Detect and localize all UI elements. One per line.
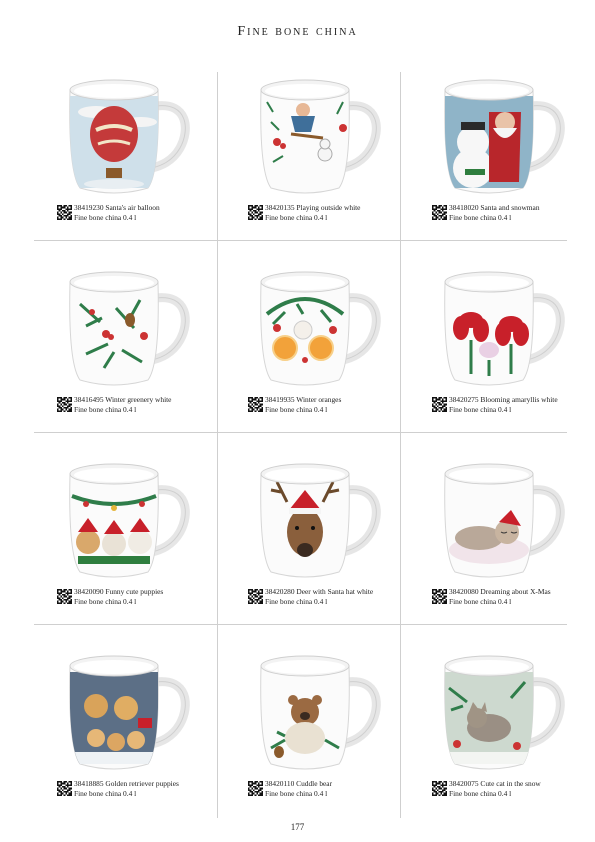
product-code-name: 38420075 Cute cat in the snow bbox=[449, 779, 541, 788]
product-text: 38419935 Winter oranges Fine bone china … bbox=[265, 395, 341, 415]
product-text: 38419230 Santa's air balloon Fine bone c… bbox=[74, 203, 160, 223]
product-text: 38420080 Dreaming about X-Mas Fine bone … bbox=[449, 587, 551, 607]
product-material: Fine bone china 0.4 l bbox=[74, 789, 137, 798]
product-material: Fine bone china 0.4 l bbox=[265, 213, 328, 222]
grid-divider bbox=[400, 72, 401, 818]
product-text: 38420280 Deer with Santa hat white Fine … bbox=[265, 587, 373, 607]
product-card: 38418020 Santa and snowman Fine bone chi… bbox=[409, 68, 581, 254]
product-caption: 38418885 Golden retriever puppies Fine b… bbox=[57, 779, 207, 801]
product-text: 38420275 Blooming amaryllis white Fine b… bbox=[449, 395, 558, 415]
product-material: Fine bone china 0.4 l bbox=[449, 213, 512, 222]
product-card: 38419230 Santa's air balloon Fine bone c… bbox=[34, 68, 206, 254]
product-card: 38416495 Winter greenery white Fine bone… bbox=[34, 260, 206, 446]
qr-code-icon bbox=[57, 781, 72, 796]
product-caption: 38420090 Funny cute puppies Fine bone ch… bbox=[57, 587, 207, 609]
product-material: Fine bone china 0.4 l bbox=[265, 597, 328, 606]
product-code-name: 38420110 Cuddle bear bbox=[265, 779, 333, 788]
product-grid: 38419230 Santa's air balloon Fine bone c… bbox=[34, 72, 567, 818]
product-code-name: 38420275 Blooming amaryllis white bbox=[449, 395, 558, 404]
mug-image-snowcat bbox=[444, 655, 565, 770]
product-card: 38420280 Deer with Santa hat white Fine … bbox=[225, 452, 397, 638]
product-text: 38418885 Golden retriever puppies Fine b… bbox=[74, 779, 179, 799]
product-card: 38420275 Blooming amaryllis white Fine b… bbox=[409, 260, 581, 446]
product-material: Fine bone china 0.4 l bbox=[74, 405, 137, 414]
product-caption: 38419230 Santa's air balloon Fine bone c… bbox=[57, 203, 207, 225]
product-caption: 38418020 Santa and snowman Fine bone chi… bbox=[432, 203, 582, 225]
product-text: 38416495 Winter greenery white Fine bone… bbox=[74, 395, 171, 415]
product-code-name: 38420280 Deer with Santa hat white bbox=[265, 587, 374, 596]
mug-image-greenery bbox=[69, 271, 190, 386]
product-code-name: 38418885 Golden retriever puppies bbox=[74, 779, 179, 788]
product-text: 38420135 Playing outside white Fine bone… bbox=[265, 203, 360, 223]
product-material: Fine bone china 0.4 l bbox=[449, 597, 512, 606]
qr-code-icon bbox=[57, 589, 72, 604]
mug-image-bear bbox=[260, 655, 381, 770]
mug-image-puppies bbox=[69, 463, 190, 578]
qr-code-icon bbox=[57, 205, 72, 220]
product-code-name: 38420090 Funny cute puppies bbox=[74, 587, 164, 596]
product-text: 38420090 Funny cute puppies Fine bone ch… bbox=[74, 587, 163, 607]
mug-image-cat bbox=[444, 463, 565, 578]
product-material: Fine bone china 0.4 l bbox=[449, 405, 512, 414]
page-title: Fine bone china bbox=[237, 24, 358, 39]
product-material: Fine bone china 0.4 l bbox=[74, 597, 137, 606]
product-caption: 38420075 Cute cat in the snow Fine bone … bbox=[432, 779, 582, 801]
product-card: 38418885 Golden retriever puppies Fine b… bbox=[34, 644, 206, 830]
qr-code-icon bbox=[248, 589, 263, 604]
product-caption: 38420135 Playing outside white Fine bone… bbox=[248, 203, 398, 225]
product-material: Fine bone china 0.4 l bbox=[265, 789, 328, 798]
product-material: Fine bone china 0.4 l bbox=[449, 789, 512, 798]
product-card: 38420135 Playing outside white Fine bone… bbox=[225, 68, 397, 254]
mug-image-amaryllis bbox=[444, 271, 565, 386]
product-text: 38420075 Cute cat in the snow Fine bone … bbox=[449, 779, 541, 799]
mug-image-oranges bbox=[260, 271, 381, 386]
product-code-name: 38416495 Winter greenery white bbox=[74, 395, 172, 404]
mug-image-playing bbox=[260, 79, 381, 194]
qr-code-icon bbox=[432, 781, 447, 796]
product-caption: 38416495 Winter greenery white Fine bone… bbox=[57, 395, 207, 417]
mug-image-balloon bbox=[69, 79, 190, 194]
qr-code-icon bbox=[432, 397, 447, 412]
product-code-name: 38420080 Dreaming about X-Mas bbox=[449, 587, 551, 596]
product-code-name: 38420135 Playing outside white bbox=[265, 203, 361, 212]
qr-code-icon bbox=[248, 205, 263, 220]
product-caption: 38420080 Dreaming about X-Mas Fine bone … bbox=[432, 587, 582, 609]
product-caption: 38419935 Winter oranges Fine bone china … bbox=[248, 395, 398, 417]
qr-code-icon bbox=[248, 781, 263, 796]
product-caption: 38420110 Cuddle bear Fine bone china 0.4… bbox=[248, 779, 398, 801]
qr-code-icon bbox=[432, 205, 447, 220]
product-card: 38420090 Funny cute puppies Fine bone ch… bbox=[34, 452, 206, 638]
mug-image-retrievers bbox=[69, 655, 190, 770]
product-code-name: 38418020 Santa and snowman bbox=[449, 203, 540, 212]
product-text: 38418020 Santa and snowman Fine bone chi… bbox=[449, 203, 540, 223]
qr-code-icon bbox=[432, 589, 447, 604]
mug-image-santa bbox=[444, 79, 565, 194]
product-text: 38420110 Cuddle bear Fine bone china 0.4… bbox=[265, 779, 332, 799]
product-code-name: 38419230 Santa's air balloon bbox=[74, 203, 160, 212]
mug-image-deer bbox=[260, 463, 381, 578]
product-caption: 38420275 Blooming amaryllis white Fine b… bbox=[432, 395, 582, 417]
product-material: Fine bone china 0.4 l bbox=[265, 405, 328, 414]
page-number: 177 bbox=[290, 822, 305, 832]
product-caption: 38420280 Deer with Santa hat white Fine … bbox=[248, 587, 398, 609]
product-card: 38419935 Winter oranges Fine bone china … bbox=[225, 260, 397, 446]
grid-divider bbox=[217, 72, 218, 818]
product-card: 38420110 Cuddle bear Fine bone china 0.4… bbox=[225, 644, 397, 830]
product-card: 38420080 Dreaming about X-Mas Fine bone … bbox=[409, 452, 581, 638]
product-material: Fine bone china 0.4 l bbox=[74, 213, 137, 222]
product-card: 38420075 Cute cat in the snow Fine bone … bbox=[409, 644, 581, 830]
qr-code-icon bbox=[248, 397, 263, 412]
qr-code-icon bbox=[57, 397, 72, 412]
product-code-name: 38419935 Winter oranges bbox=[265, 395, 342, 404]
